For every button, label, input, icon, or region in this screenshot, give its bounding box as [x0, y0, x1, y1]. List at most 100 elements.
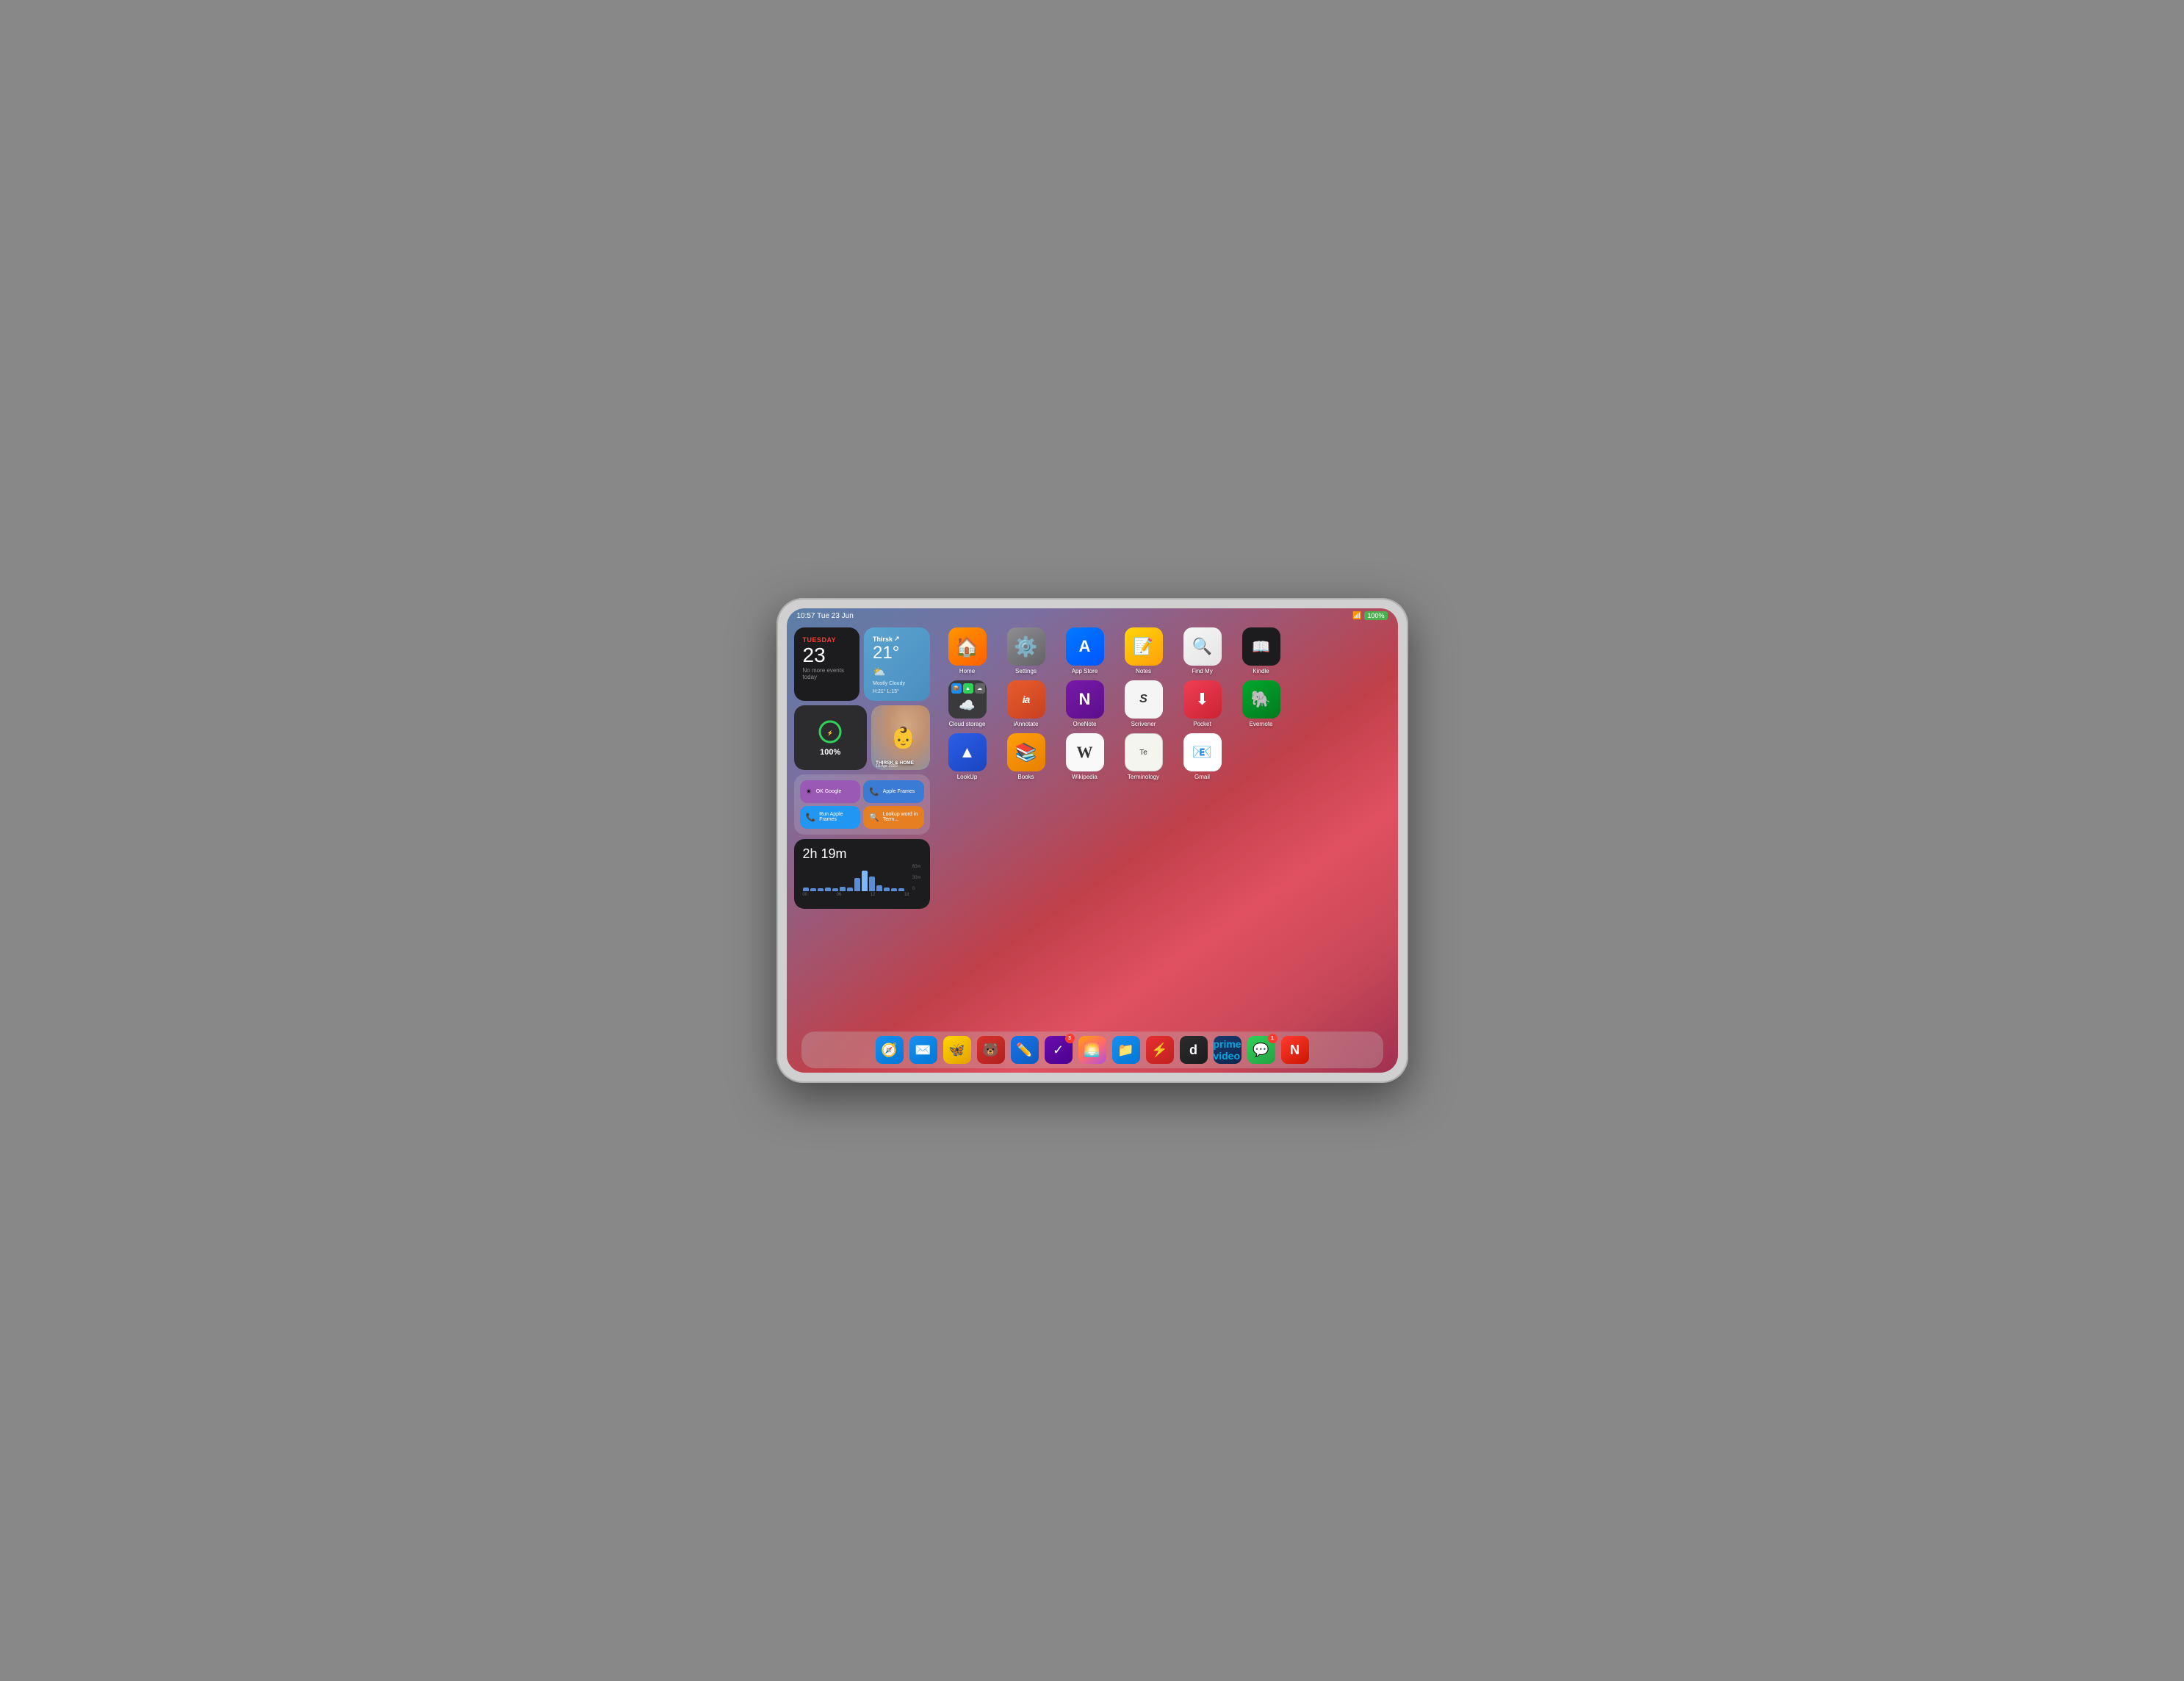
app-label-settings: Settings	[1015, 668, 1037, 674]
app-label-pocket: Pocket	[1193, 721, 1211, 727]
battery-indicator: 100%	[1364, 611, 1387, 620]
app-icon-appstore: A	[1066, 627, 1104, 666]
siri-item-run-apple-frames[interactable]: 📞 Run Apple Frames	[800, 806, 861, 829]
app-label-appstore: App Store	[1072, 668, 1098, 674]
app-label-onenote: OneNote	[1073, 721, 1096, 727]
dock-omnifocus[interactable]: 3 ✓	[1045, 1036, 1073, 1064]
battery-percentage: 100%	[820, 748, 840, 757]
dock-photos[interactable]: 🌅	[1078, 1036, 1106, 1064]
weather-condition: Mostly Cloudy	[873, 681, 921, 686]
chart-label-0: 0	[912, 887, 921, 891]
phone-icon-2: 📞	[806, 813, 816, 822]
omnifocus-badge: 3	[1065, 1034, 1075, 1043]
app-label-gmail: Gmail	[1194, 774, 1210, 780]
app-label-lookup: LookUp	[957, 774, 978, 780]
siri-item-ok-google[interactable]: ✴ OK Google	[800, 780, 861, 803]
app-scrivener[interactable]: S Scrivener	[1121, 680, 1167, 727]
chart-bar-highlight	[862, 871, 868, 891]
app-icon-notes: 📝	[1125, 627, 1163, 666]
app-icon-pocket: ⬇	[1183, 680, 1222, 719]
chart-bar	[818, 888, 823, 891]
app-icon-scrivener: S	[1125, 680, 1163, 719]
app-label-cloudstorage: Cloud storage	[949, 721, 986, 727]
app-label-home: Home	[959, 668, 975, 674]
sparkle-icon: ✴	[806, 787, 812, 796]
app-icon-onenote: N	[1066, 680, 1104, 719]
widget-photo[interactable]: THIRSK & HOME 19 Apr 2020	[871, 705, 930, 770]
dock-news[interactable]: N	[1281, 1036, 1309, 1064]
status-right: 📶 100%	[1352, 611, 1387, 620]
calendar-weather-row: TUESDAY 23 No more events today Thirsk ↗…	[794, 627, 930, 701]
dock-tes[interactable]: 🦋	[943, 1036, 971, 1064]
chart-bar	[869, 877, 875, 891]
app-icon-cloudstorage: 📦 ▲ ☁ ☁️	[948, 680, 987, 719]
app-kindle[interactable]: 📖 Kindle	[1239, 627, 1284, 674]
apps-grid: 🏠 Home ⚙️ Settings A App Store 📝 Notes	[937, 627, 1391, 1009]
dock-icon-safari: 🧭	[876, 1036, 904, 1064]
app-appstore[interactable]: A App Store	[1062, 627, 1108, 674]
app-icon-books: 📚	[1007, 733, 1045, 771]
widget-screentime[interactable]: 2h 19m	[794, 839, 930, 909]
app-pocket[interactable]: ⬇ Pocket	[1180, 680, 1225, 727]
app-label-books: Books	[1017, 774, 1034, 780]
siri-ok-google-label: OK Google	[816, 789, 842, 794]
app-findmy[interactable]: 🔍 Find My	[1180, 627, 1225, 674]
app-wikipedia[interactable]: W Wikipedia	[1062, 733, 1108, 780]
weather-location: Thirsk ↗	[873, 635, 921, 643]
app-label-iannotate: iAnnotate	[1014, 721, 1039, 727]
dock-reeder[interactable]: ⚡	[1146, 1036, 1174, 1064]
app-row-3: ▲ LookUp 📚 Books W Wikipedia Te Terminol…	[945, 733, 1383, 780]
app-books[interactable]: 📚 Books	[1003, 733, 1049, 780]
app-onenote[interactable]: N OneNote	[1062, 680, 1108, 727]
dock-mail[interactable]: ✉️	[909, 1036, 937, 1064]
dock-goodnotes[interactable]: ✏️	[1011, 1036, 1039, 1064]
calendar-day-number: 23	[803, 645, 851, 666]
app-label-notes: Notes	[1136, 668, 1151, 674]
widget-battery[interactable]: ⚡ 100%	[794, 705, 868, 770]
app-icon-findmy: 🔍	[1183, 627, 1222, 666]
dock-messages[interactable]: 1 💬	[1247, 1036, 1275, 1064]
battery-ring-chart: ⚡	[817, 719, 843, 745]
app-gmail[interactable]: 📧 Gmail	[1180, 733, 1225, 780]
weather-icon: ⛅	[873, 666, 921, 678]
dock-icon-files: 📁	[1112, 1036, 1140, 1064]
app-iannotate[interactable]: ia iAnnotate	[1003, 680, 1049, 727]
app-cloudstorage[interactable]: 📦 ▲ ☁ ☁️ Cloud storage	[945, 680, 990, 727]
ipad-frame: 10:57 Tue 23 Jun 📶 100% TUESDAY 23 No mo…	[776, 598, 1408, 1083]
siri-lookup-label: Lookup word in Term...	[883, 812, 918, 822]
dock-primevideo[interactable]: primevideo	[1214, 1036, 1241, 1064]
app-terminology[interactable]: Te Terminology	[1121, 733, 1167, 780]
dock-icon-dash: d	[1180, 1036, 1208, 1064]
chart-bar	[891, 888, 897, 891]
chart-bar	[884, 888, 890, 891]
app-icon-wikipedia: W	[1066, 733, 1104, 771]
widget-calendar[interactable]: TUESDAY 23 No more events today	[794, 627, 860, 701]
dock-bear[interactable]: 🐻	[977, 1036, 1005, 1064]
chart-time-00: 00	[803, 893, 808, 897]
app-lookup[interactable]: ▲ LookUp	[945, 733, 990, 780]
app-evernote[interactable]: 🐘 Evernote	[1239, 680, 1284, 727]
app-home[interactable]: 🏠 Home	[945, 627, 990, 674]
widgets-column: TUESDAY 23 No more events today Thirsk ↗…	[794, 627, 930, 1009]
siri-item-lookup[interactable]: 🔍 Lookup word in Term...	[863, 806, 924, 829]
dock-files[interactable]: 📁	[1112, 1036, 1140, 1064]
app-row-1: 🏠 Home ⚙️ Settings A App Store 📝 Notes	[945, 627, 1383, 674]
app-icon-home: 🏠	[948, 627, 987, 666]
svg-text:⚡: ⚡	[827, 730, 834, 736]
app-notes[interactable]: 📝 Notes	[1121, 627, 1167, 674]
chart-bar	[840, 887, 846, 891]
dock-safari[interactable]: 🧭	[876, 1036, 904, 1064]
app-icon-iannotate: ia	[1007, 680, 1045, 719]
widget-weather[interactable]: Thirsk ↗ 21° ⛅ Mostly Cloudy H:21° L:15°	[864, 627, 930, 701]
siri-item-apple-frames[interactable]: 📞 Apple Frames	[863, 780, 924, 803]
chart-bar	[803, 888, 809, 891]
chart-label-30m: 30m	[912, 876, 921, 880]
dock-icon-goodnotes: ✏️	[1011, 1036, 1039, 1064]
app-settings[interactable]: ⚙️ Settings	[1003, 627, 1049, 674]
chart-time-06: 06	[837, 893, 842, 897]
dock-dash[interactable]: d	[1180, 1036, 1208, 1064]
phone-icon: 📞	[869, 787, 879, 796]
chart-bar	[854, 878, 860, 891]
widget-siri-suggestions[interactable]: ✴ OK Google 📞 Apple Frames 📞 Run Apple F…	[794, 774, 930, 835]
chart-bar	[825, 888, 831, 891]
